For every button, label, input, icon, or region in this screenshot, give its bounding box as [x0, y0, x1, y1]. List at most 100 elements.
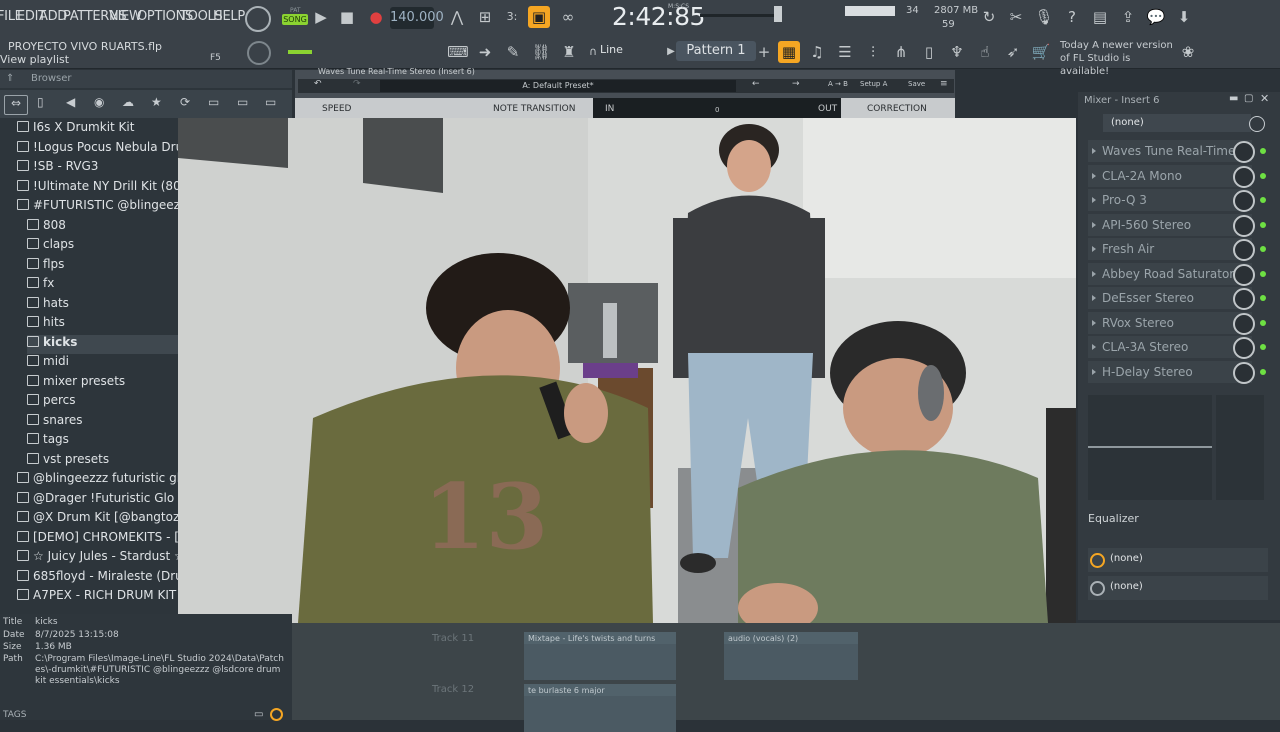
stop-icon[interactable]: ■: [336, 6, 358, 28]
browser-item[interactable]: @Drager !Futuristic Glo Drum: [17, 491, 195, 510]
mix-knob[interactable]: [1233, 337, 1255, 359]
browser-item[interactable]: ☆ Juicy Jules - Stardust ☆: [17, 549, 195, 568]
pattern-selector[interactable]: Pattern 1: [676, 41, 756, 61]
update-notice[interactable]: Today A newer version of FL Studio is av…: [1060, 39, 1180, 78]
slot-enable-led[interactable]: [1260, 270, 1266, 277]
track-12-label[interactable]: Track 12: [432, 684, 474, 695]
folder-add-icon[interactable]: ▭: [237, 95, 248, 109]
preset-selector[interactable]: A: Default Preset*: [380, 80, 736, 92]
song-mode-button[interactable]: SONG: [282, 14, 308, 25]
browser-item[interactable]: I6s X Drumkit Kit: [17, 120, 195, 139]
expand-icon[interactable]: [1092, 197, 1096, 203]
mix-knob[interactable]: [1233, 165, 1255, 188]
preset-next-icon[interactable]: →: [792, 79, 800, 89]
speaker-icon[interactable]: ◀: [66, 95, 75, 109]
master-pitch-slider[interactable]: [700, 14, 780, 17]
folder-small-icon[interactable]: ▭: [254, 709, 263, 720]
clock-out-icon[interactable]: [1090, 553, 1105, 568]
expand-icon[interactable]: [1092, 319, 1096, 326]
cart-icon[interactable]: 🛒: [1030, 41, 1052, 63]
slot-enable-led[interactable]: [1260, 246, 1266, 252]
mix-knob[interactable]: [1233, 141, 1255, 163]
mixer-slot[interactable]: CLA-2A Mono: [1088, 164, 1252, 187]
browser-item[interactable]: !Logus Pocus Nebula Drum Kit: [17, 140, 195, 159]
slot-enable-led[interactable]: [1260, 148, 1266, 154]
keyboard-icon[interactable]: ⌨: [447, 41, 469, 63]
help-icon[interactable]: ?: [1061, 6, 1083, 28]
main-volume-slider[interactable]: [288, 50, 312, 54]
record-icon[interactable]: ●: [365, 6, 387, 28]
tempo-display[interactable]: 140.000: [390, 7, 444, 29]
browser-item[interactable]: @blingeezzz futuristic glo drum: [17, 471, 195, 490]
expand-icon[interactable]: [1092, 246, 1096, 252]
mixer-slot[interactable]: Fresh Air: [1088, 238, 1252, 260]
slot-enable-led[interactable]: [1260, 295, 1266, 301]
mixer-slot[interactable]: RVox Stereo: [1088, 311, 1252, 334]
arrow-right-icon[interactable]: ➜: [474, 41, 496, 63]
cloud-icon[interactable]: ☁: [122, 95, 134, 109]
playlist-icon[interactable]: ▦: [778, 41, 800, 63]
fader-area[interactable]: [1216, 395, 1264, 500]
refresh-icon[interactable]: ↻: [978, 6, 1000, 28]
mixer-slot[interactable]: H-Delay Stereo: [1088, 360, 1252, 383]
link-icon[interactable]: ⛓: [530, 41, 552, 63]
file-icon[interactable]: ▯: [37, 95, 44, 109]
download-icon[interactable]: ⬇: [1173, 6, 1195, 28]
slot-enable-led[interactable]: [1260, 172, 1266, 179]
preset-prev-icon[interactable]: ←: [752, 79, 760, 89]
metronome-icon[interactable]: ⋀: [446, 6, 468, 28]
expand-icon[interactable]: [1092, 172, 1096, 179]
expand-icon[interactable]: [1092, 221, 1096, 228]
redo-icon[interactable]: ↷: [353, 79, 361, 89]
browser-back-icon[interactable]: ⇔: [4, 95, 28, 115]
piano-roll-icon[interactable]: ♫: [806, 41, 828, 63]
setup-button[interactable]: Setup A: [860, 80, 887, 88]
countdown-icon[interactable]: 3:: [501, 6, 523, 28]
browser-item[interactable]: A7PEX - RICH DRUM KIT: [17, 588, 195, 607]
stamp-icon[interactable]: ♜: [558, 41, 580, 63]
fl-logo-icon[interactable]: ❀: [1177, 41, 1199, 63]
output-icon[interactable]: [1090, 581, 1105, 596]
channel-rack-icon[interactable]: ☰: [834, 41, 856, 63]
wait-input-icon[interactable]: ⊞: [474, 6, 496, 28]
sync-folder-icon[interactable]: ⟳: [180, 95, 190, 109]
mixer-slot[interactable]: Pro-Q 3: [1088, 189, 1252, 211]
touch-icon[interactable]: ☝: [974, 41, 996, 63]
add-pattern-icon[interactable]: +: [753, 41, 775, 63]
step-edit-icon[interactable]: ▣: [528, 6, 550, 28]
minimize-icon[interactable]: ▬: [1229, 93, 1238, 104]
tag-icon[interactable]: [270, 708, 283, 721]
pat-mode-label[interactable]: PAT: [290, 7, 301, 14]
undo-icon[interactable]: ↶: [314, 79, 322, 89]
expand-icon[interactable]: [1092, 368, 1096, 375]
expand-icon[interactable]: [1092, 295, 1096, 301]
tree-icon[interactable]: ⋔: [890, 41, 912, 63]
chat-icon[interactable]: 💬: [1145, 6, 1167, 28]
microphone-icon[interactable]: 🎙: [1033, 6, 1055, 28]
browser-item[interactable]: #FUTURISTIC @blingeezzz.sdcore: [17, 198, 195, 217]
ab-button[interactable]: A → B: [828, 80, 848, 88]
menu-help[interactable]: HELP: [213, 9, 245, 24]
save-icon[interactable]: ▤: [1089, 6, 1111, 28]
maximize-icon[interactable]: ▢: [1244, 93, 1253, 104]
expand-icon[interactable]: [1092, 148, 1096, 154]
mixer-slot[interactable]: DeEsser Stereo: [1088, 287, 1252, 309]
expand-icon[interactable]: [1092, 344, 1096, 350]
folder-next-icon[interactable]: ▭: [265, 95, 276, 109]
plug-icon[interactable]: ♆: [946, 41, 968, 63]
brush-icon[interactable]: ✎: [502, 41, 524, 63]
mix-knob[interactable]: [1233, 239, 1255, 261]
loop-record-icon[interactable]: ∞: [557, 6, 579, 28]
master-volume-knob[interactable]: [245, 6, 271, 32]
tools-icon[interactable]: ✂: [1005, 6, 1027, 28]
star-icon[interactable]: ★: [151, 95, 162, 109]
browser-item[interactable]: !Ultimate NY Drill Kit (808 Mafia): [17, 179, 195, 198]
browser-item[interactable]: 685floyd - Miraleste (Drum Kit): [17, 569, 195, 588]
feather-icon[interactable]: ➶: [1002, 41, 1024, 63]
mix-knob[interactable]: [1233, 361, 1255, 384]
output-select-1[interactable]: (none): [1110, 553, 1143, 564]
mix-knob[interactable]: [1233, 288, 1255, 310]
browser-item[interactable]: @X Drum Kit [@bangtozzy & @: [17, 510, 195, 529]
mix-knob[interactable]: [1233, 214, 1255, 237]
save-button[interactable]: Save: [908, 80, 925, 88]
